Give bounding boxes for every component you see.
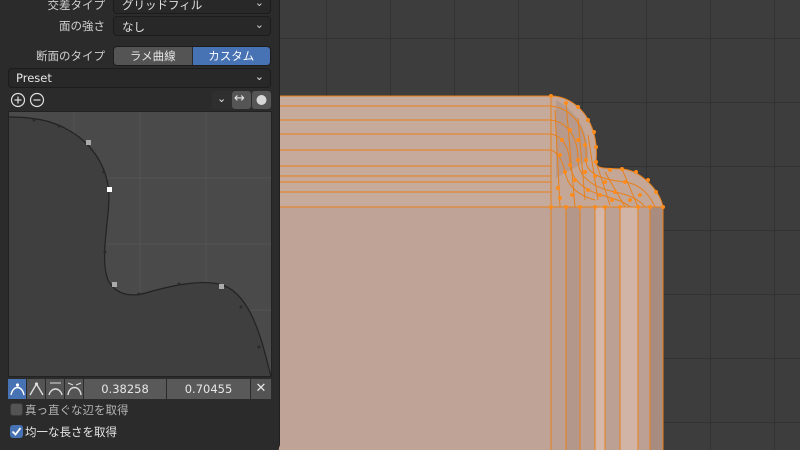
- close-icon: ✕: [255, 381, 267, 396]
- handle-free-button[interactable]: [65, 379, 84, 399]
- checkmark-icon: [11, 427, 22, 436]
- chevron-down-icon: ⌄: [254, 70, 264, 83]
- crossing-type-dropdown[interactable]: グリッドフィル ⌄: [113, 0, 271, 14]
- chevron-down-icon: ⌄: [217, 92, 227, 105]
- curve-point-controls: 0.38258 0.70455 ✕: [8, 379, 271, 399]
- curve-menu-button[interactable]: ⌄: [212, 91, 232, 109]
- handle-auto-clamped-button[interactable]: [46, 379, 65, 399]
- swap-horizontal-icon: ↔: [234, 91, 245, 106]
- delete-point-button[interactable]: ✕: [251, 379, 271, 399]
- face-strength-row: 面の強さ なし ⌄: [0, 15, 279, 37]
- zoom-in-button[interactable]: [9, 91, 27, 109]
- mesh-face-main: [279, 207, 551, 450]
- handle-free-icon: [67, 382, 82, 396]
- crossing-type-label: 交差タイプ: [47, 0, 106, 12]
- face-strength-label: 面の強さ: [59, 19, 105, 33]
- zoom-out-icon: [29, 92, 45, 108]
- profile-type-label: 断面のタイプ: [36, 49, 105, 63]
- profile-type-superellipse[interactable]: ラメ曲線: [114, 47, 193, 65]
- straight-edges-label: 真っ直ぐな辺を取得: [25, 403, 129, 417]
- curve-point-x-field[interactable]: 0.38258: [84, 379, 167, 399]
- curve-point-y-field[interactable]: 0.70455: [167, 379, 251, 399]
- crossing-type-value: グリッドフィル: [122, 0, 203, 12]
- chevron-down-icon: ⌄: [254, 18, 264, 31]
- profile-curve-graph: [8, 112, 272, 377]
- face-strength-dropdown[interactable]: なし ⌄: [113, 16, 271, 36]
- profile-curve-editor[interactable]: [8, 111, 272, 377]
- chevron-down-icon: ⌄: [254, 0, 264, 9]
- handle-auto-clamped-icon: [48, 382, 63, 396]
- curve-point-selected: [107, 187, 112, 192]
- straight-edges-checkbox[interactable]: [10, 403, 23, 416]
- bevel-operator-panel: 交差タイプ グリッドフィル ⌄ 面の強さ なし ⌄ 断面のタイプ ラメ曲線 カス…: [0, 0, 280, 450]
- handle-auto-button[interactable]: [8, 379, 27, 399]
- profile-type-toggle: ラメ曲線 カスタム: [113, 46, 271, 66]
- zoom-in-icon: [10, 92, 26, 108]
- face-strength-value: なし: [122, 20, 145, 34]
- curve-point: [86, 140, 91, 145]
- handle-vector-icon: [29, 382, 44, 396]
- curve-point: [112, 282, 117, 287]
- handle-auto-icon: [10, 383, 25, 396]
- handle-vector-button[interactable]: [27, 379, 46, 399]
- zoom-out-button[interactable]: [28, 91, 46, 109]
- curve-point: [219, 284, 224, 289]
- profile-type-custom[interactable]: カスタム: [192, 47, 270, 65]
- preset-value: Preset: [16, 71, 52, 85]
- dot-icon: [256, 95, 267, 105]
- even-length-checkbox[interactable]: [10, 425, 23, 438]
- crossing-type-row: 交差タイプ グリッドフィル ⌄: [0, 0, 279, 16]
- clip-toggle-button[interactable]: ↔: [232, 91, 251, 109]
- curve-dot-button[interactable]: [252, 91, 271, 109]
- even-length-label: 均一な長さを取得: [25, 425, 117, 439]
- mesh-face-top-band: [279, 96, 551, 207]
- preset-dropdown[interactable]: Preset ⌄: [8, 68, 271, 88]
